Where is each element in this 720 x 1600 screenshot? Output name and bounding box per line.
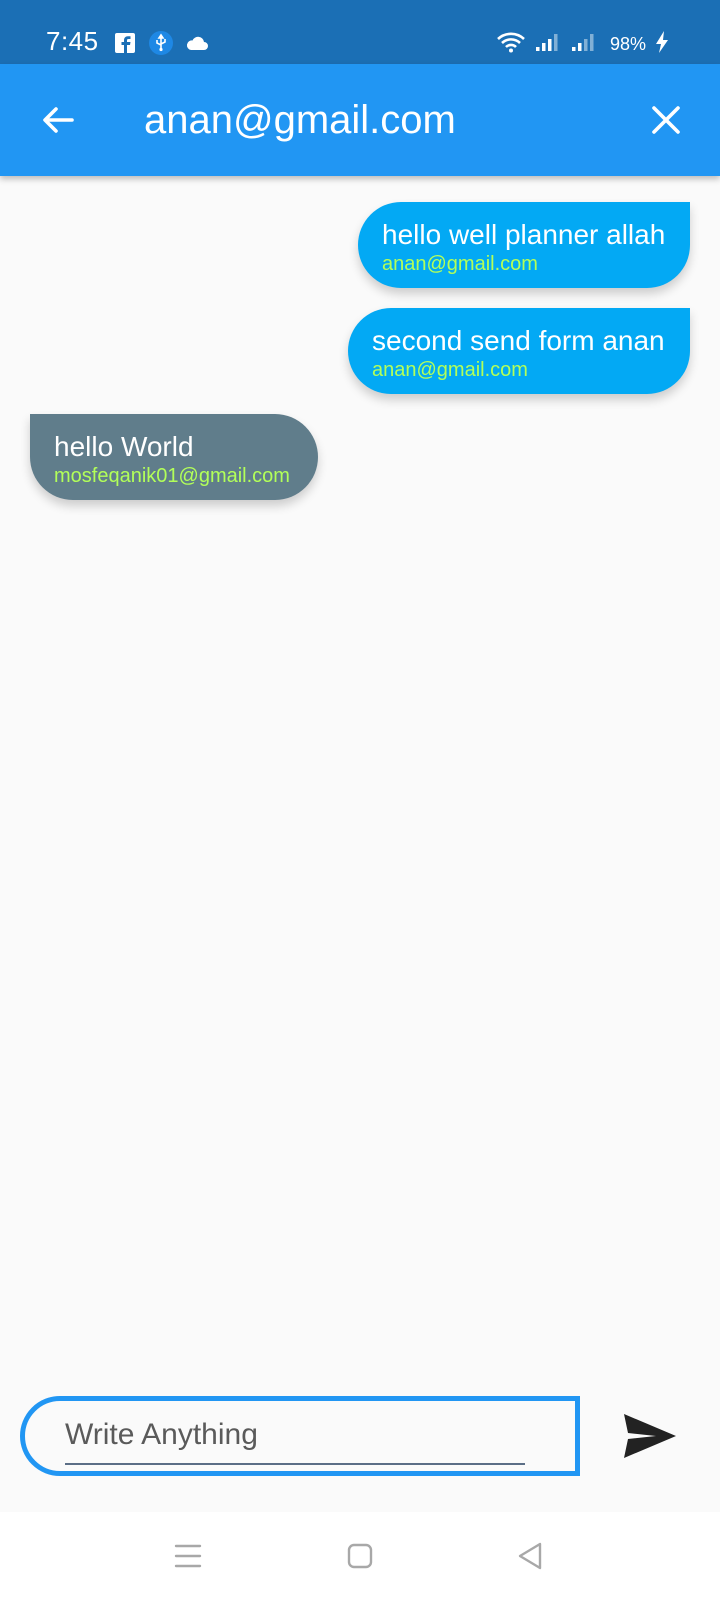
status-icons-right: 98% — [496, 30, 670, 59]
arrow-left-icon — [43, 107, 74, 133]
usb-icon — [148, 30, 174, 56]
status-time: 7:45 — [46, 26, 99, 56]
message-sender: anan@gmail.com — [372, 359, 528, 381]
menu-icon — [174, 1544, 202, 1568]
signal-icon — [570, 31, 598, 58]
status-bar: 7:45 98% — [0, 0, 720, 64]
recent-apps-button[interactable] — [166, 1534, 210, 1578]
send-button[interactable] — [620, 1406, 680, 1466]
battery-percentage: 98% — [609, 34, 646, 54]
message-bubble-sent[interactable]: hello well planner allah anan@gmail.com — [358, 202, 690, 288]
message-bubble-sent[interactable]: second send form anan anan@gmail.com — [348, 308, 690, 394]
close-icon — [652, 106, 680, 134]
send-icon — [624, 1414, 676, 1458]
back-button[interactable] — [32, 94, 84, 146]
message-sender: anan@gmail.com — [382, 253, 538, 275]
message-input-container — [20, 1396, 580, 1476]
message-text: second send form anan — [372, 325, 665, 356]
signal-icon — [534, 31, 562, 58]
battery-charging-icon — [654, 30, 670, 59]
close-button[interactable] — [640, 94, 692, 146]
page-title: anan@gmail.com — [144, 98, 456, 142]
app-bar: anan@gmail.com — [0, 64, 720, 176]
message-input[interactable] — [65, 1407, 525, 1465]
facebook-icon — [112, 30, 138, 56]
home-button[interactable] — [338, 1534, 382, 1578]
message-text: hello World — [54, 431, 194, 462]
message-list[interactable]: hello well planner allah anan@gmail.com … — [0, 176, 720, 1376]
message-sender: mosfeqanik01@gmail.com — [54, 465, 290, 487]
cloud-icon — [184, 30, 210, 56]
system-nav-bar — [0, 1512, 720, 1600]
message-text: hello well planner allah — [382, 219, 666, 250]
back-triangle-icon — [518, 1542, 542, 1570]
message-bubble-received[interactable]: hello World mosfeqanik01@gmail.com — [30, 414, 318, 500]
message-composer — [0, 1376, 720, 1512]
wifi-icon — [496, 31, 526, 58]
home-square-icon — [347, 1543, 373, 1569]
status-icons-left — [112, 30, 210, 56]
back-nav-button[interactable] — [508, 1534, 552, 1578]
